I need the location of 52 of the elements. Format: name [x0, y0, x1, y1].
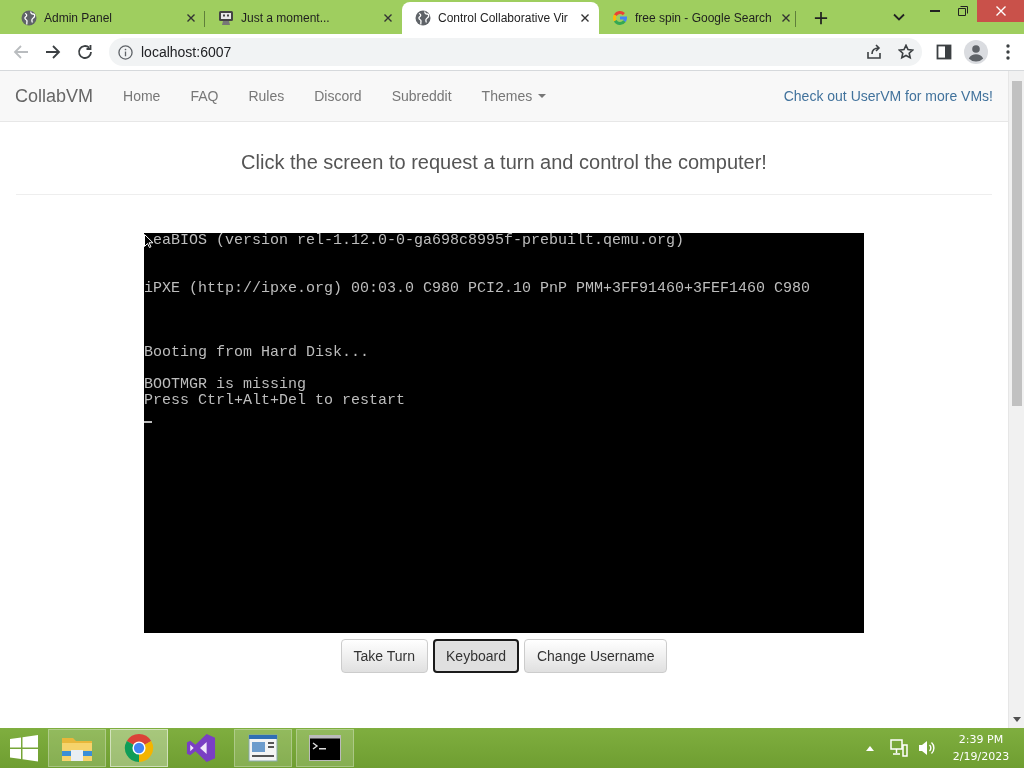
globe-icon [21, 10, 37, 26]
plus-icon[interactable] [814, 11, 828, 25]
chevron-down-icon[interactable] [893, 13, 905, 21]
keyboard-button[interactable]: Keyboard [433, 639, 519, 673]
nav-link[interactable]: FAQ [175, 88, 234, 104]
change-username-button[interactable]: Change Username [523, 639, 668, 673]
take-turn-button[interactable]: Take Turn [340, 639, 428, 673]
browser-tab[interactable]: free spin - Google Search [599, 2, 796, 34]
taskbar-button[interactable] [234, 729, 292, 767]
brand-link[interactable]: CollabVM [15, 85, 109, 107]
scrollbar-thumb[interactable] [1011, 81, 1022, 406]
console-line: BOOTMGR is missing [144, 377, 307, 393]
reload-icon[interactable] [77, 44, 93, 60]
terminal-icon [309, 733, 341, 763]
star-icon[interactable] [898, 44, 914, 60]
tricolor-circle-icon [123, 733, 155, 763]
nav-link[interactable]: Rules [233, 88, 300, 104]
caret-up-icon[interactable] [866, 745, 874, 751]
promo-link[interactable]: Check out UserVM for more VMs! [783, 88, 993, 104]
address-bar[interactable]: localhost:6007 [109, 38, 922, 66]
restore-icon[interactable] [958, 6, 968, 16]
nav-link[interactable]: Themes [466, 88, 562, 104]
ribbon-icon [185, 733, 217, 763]
side-panel-icon[interactable] [936, 44, 952, 60]
taskbar-button[interactable] [296, 729, 354, 767]
g-logo-icon [612, 10, 628, 26]
nav-link[interactable]: Discord [299, 88, 377, 104]
menu-icon[interactable] [1006, 44, 1010, 60]
info-icon[interactable] [118, 44, 133, 60]
clock-date: 2/19/2023 [952, 749, 1010, 765]
console-line: eaBIOS (version rel-1.12.0-0-ga698c8995f-prebuilt.qemu.org) [153, 233, 685, 249]
scroll-down-icon[interactable] [1012, 717, 1021, 722]
scrollbar[interactable] [1008, 71, 1024, 728]
start-icon[interactable] [10, 734, 38, 762]
volume-icon[interactable] [918, 739, 936, 757]
globe-icon [415, 10, 431, 26]
nav-link[interactable]: Subreddit [376, 88, 467, 104]
profile-icon[interactable] [964, 40, 988, 64]
monitor-icon [218, 10, 234, 26]
browser-tab[interactable]: Admin Panel [8, 2, 205, 34]
network-icon[interactable] [890, 739, 908, 757]
document-window-icon [247, 733, 279, 763]
browser-tab[interactable]: Just a moment... [205, 2, 402, 34]
share-icon[interactable] [866, 44, 882, 60]
console-line: Press Ctrl+Alt+Del to restart [144, 393, 406, 409]
console-line: iPXE (http://ipxe.org) 00:03.0 C980 PCI2.10 PnP PMM+3FF91460+3FEF1460 C980 [144, 281, 811, 297]
page-heading: Click the screen to request a turn and control the computer! [240, 151, 768, 173]
console-line: Booting from Hard Disk... [144, 345, 370, 361]
browser-tab[interactable]: Control Collaborative Vir [402, 2, 599, 34]
nav-link[interactable]: Home [108, 88, 176, 104]
forward-icon[interactable] [45, 44, 61, 60]
clock-time: 2:39 PM [958, 732, 1004, 748]
